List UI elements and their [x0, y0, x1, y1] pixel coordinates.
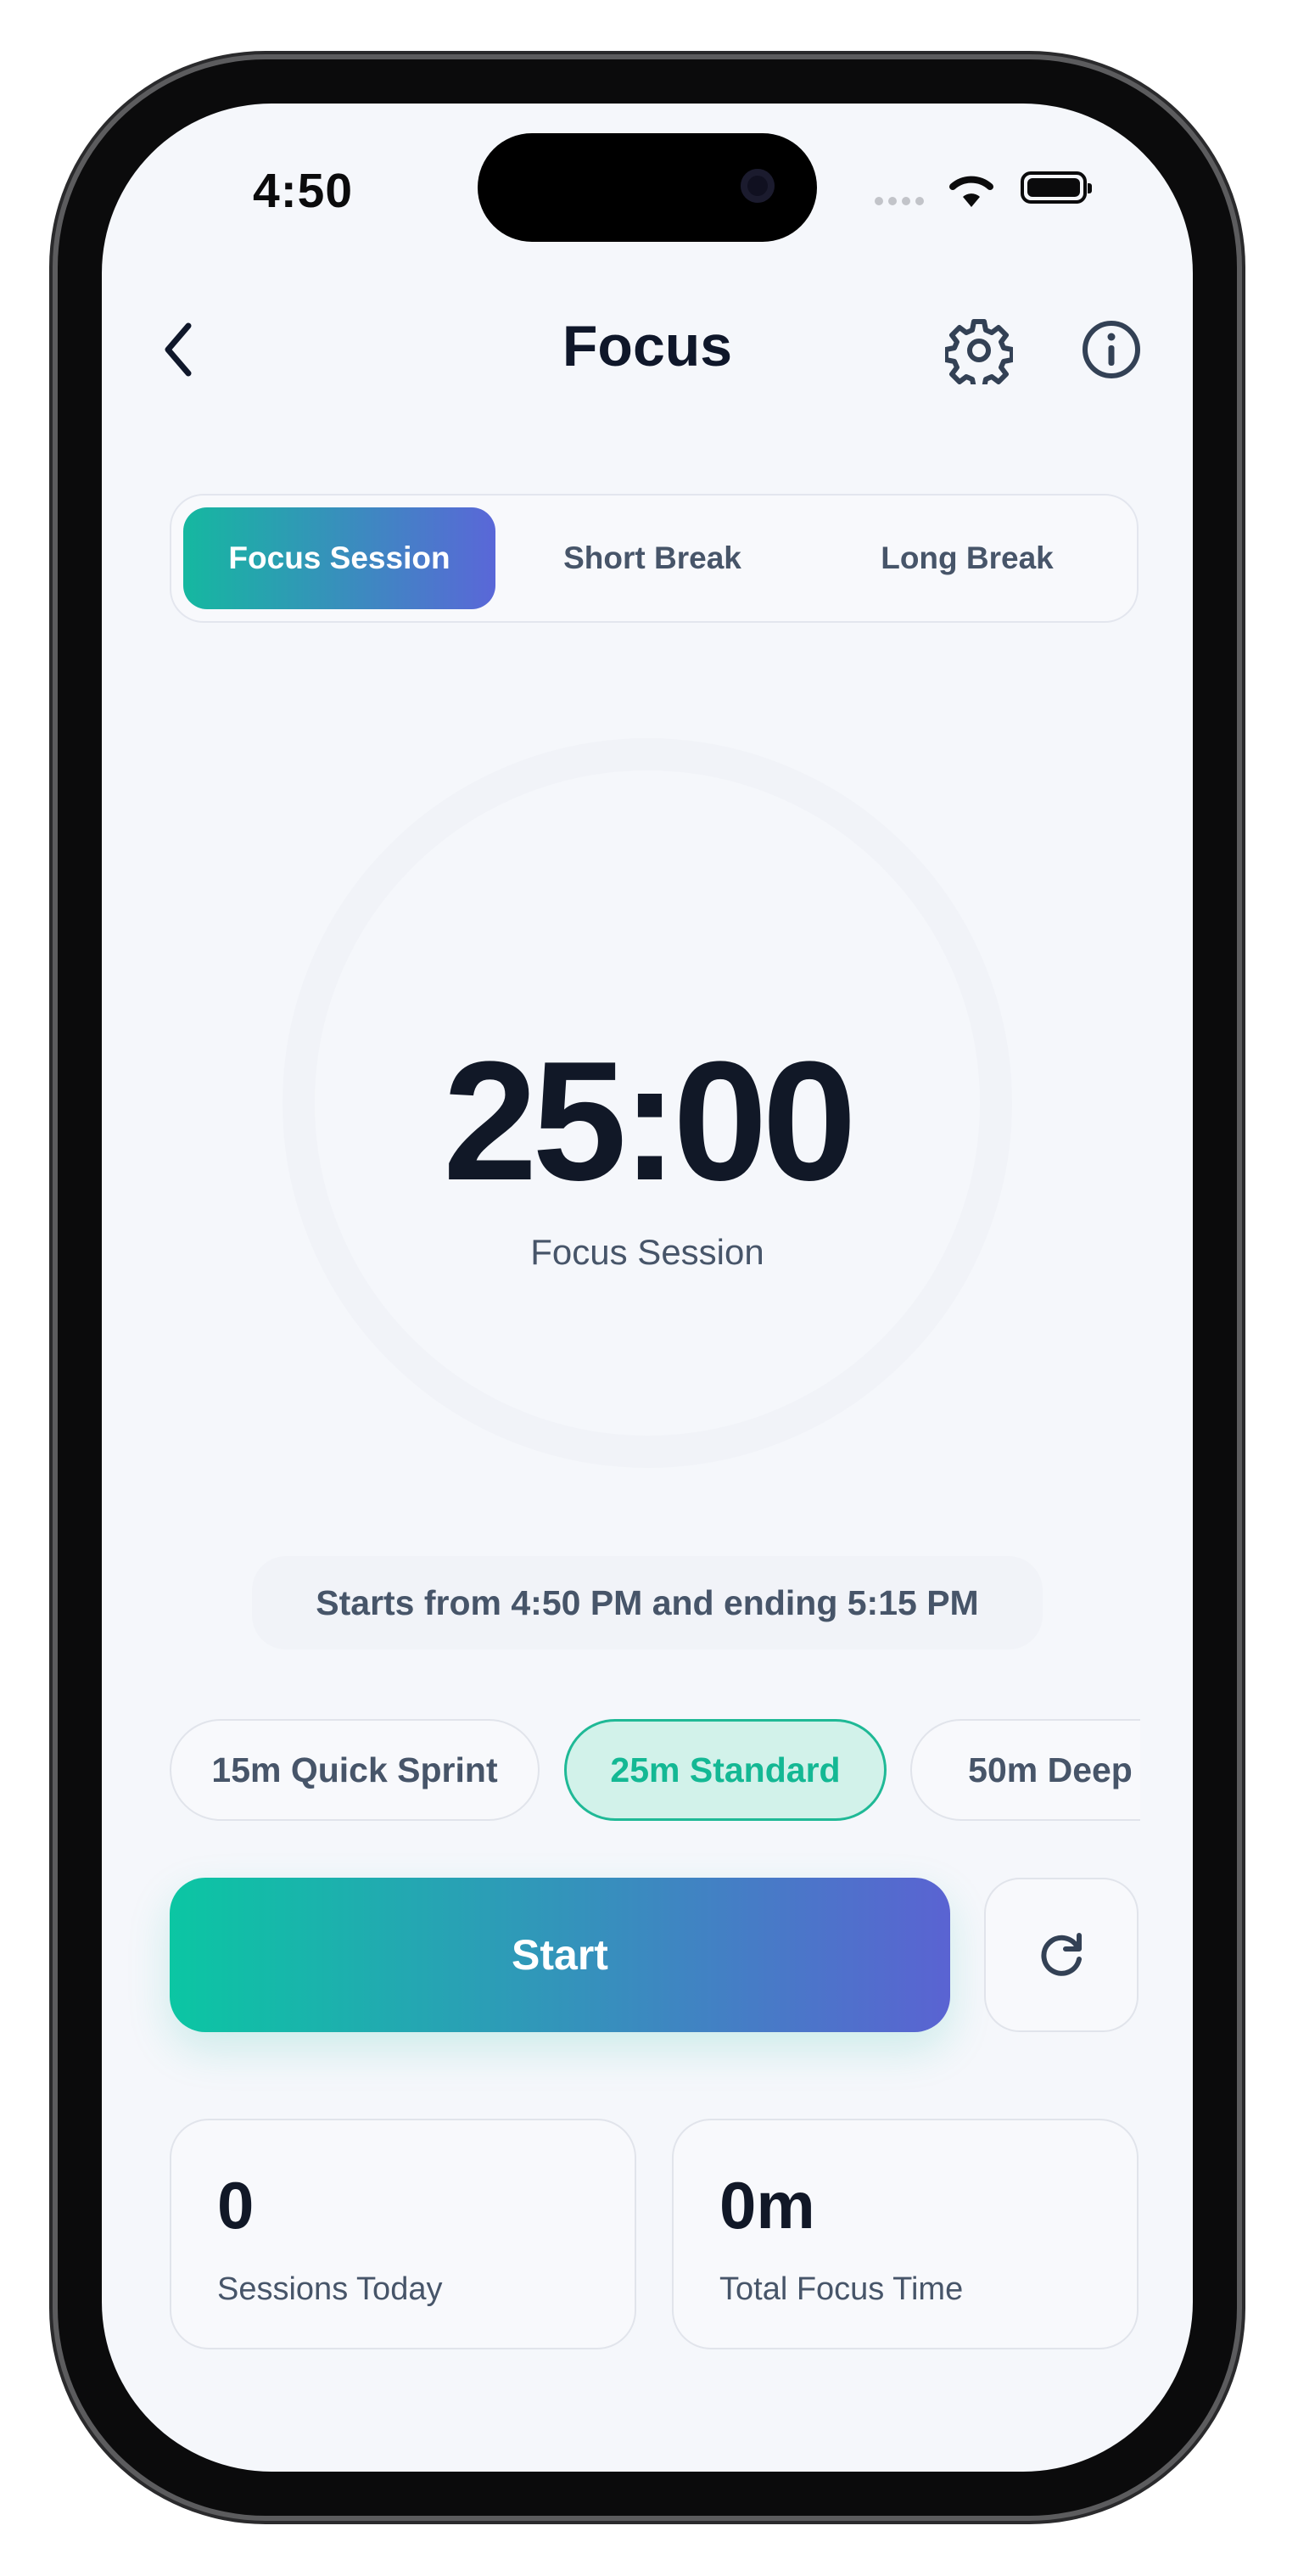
app-screen: 4:50 Focus Focus Session Short Break Lon…: [102, 104, 1193, 2472]
reset-button[interactable]: [984, 1878, 1139, 2032]
preset-chip-25m[interactable]: 25m Standard: [564, 1719, 887, 1821]
stat-value: 0m: [719, 2168, 815, 2243]
gear-icon[interactable]: [945, 316, 1013, 384]
wifi-icon: [949, 176, 993, 207]
info-icon[interactable]: [1077, 316, 1145, 384]
page-title: Focus: [562, 314, 733, 378]
preset-chip-row[interactable]: 15m Quick Sprint 25m Standard 50m Deep: [170, 1719, 1140, 1824]
stat-label: Total Focus Time: [719, 2271, 964, 2307]
tab-short-break[interactable]: Short Break: [495, 507, 809, 609]
dynamic-island: [478, 133, 817, 242]
start-button[interactable]: Start: [170, 1878, 950, 2032]
refresh-icon: [1041, 1933, 1082, 1976]
mode-segmented-control: Focus Session Short Break Long Break: [170, 494, 1139, 623]
preset-chip-15m[interactable]: 15m Quick Sprint: [170, 1719, 540, 1821]
tab-focus-session[interactable]: Focus Session: [183, 507, 495, 609]
stat-value: 0: [217, 2168, 255, 2243]
timer-mode-label: Focus Session: [530, 1232, 764, 1272]
timer-display: 25:00: [443, 1027, 857, 1216]
stat-card-sessions: 0 Sessions Today: [170, 2119, 636, 2349]
battery-icon: [1021, 171, 1092, 204]
tab-long-break[interactable]: Long Break: [809, 507, 1125, 609]
phone-frame: 4:50 Focus Focus Session Short Break Lon…: [58, 59, 1237, 2516]
cellular-signal-icon: [875, 197, 924, 205]
status-time: 4:50: [253, 164, 354, 218]
schedule-text: Starts from 4:50 PM and ending 5:15 PM: [252, 1556, 1043, 1649]
stat-card-focus-time: 0m Total Focus Time: [672, 2119, 1139, 2349]
stat-label: Sessions Today: [217, 2271, 443, 2307]
preset-chip-50m[interactable]: 50m Deep: [910, 1719, 1140, 1821]
